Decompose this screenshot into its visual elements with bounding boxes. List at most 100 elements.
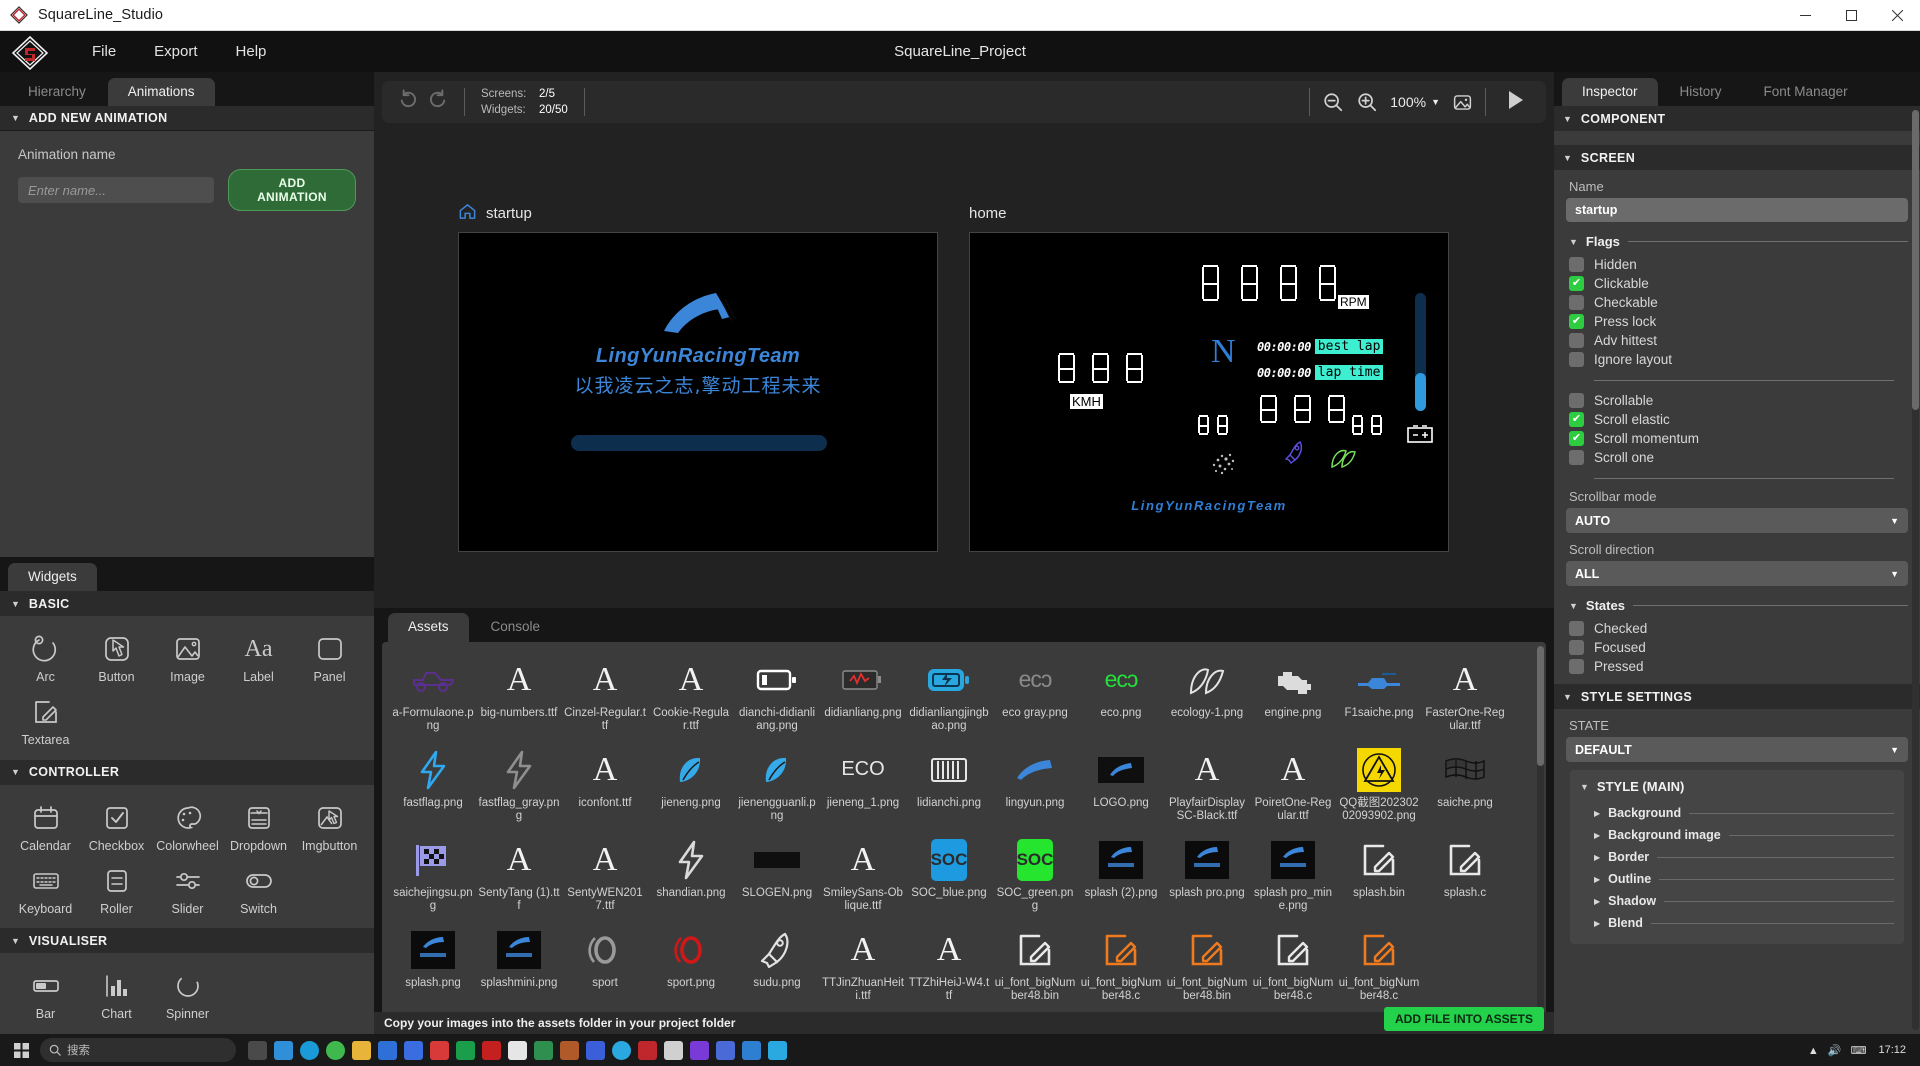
taskbar-app-15-icon[interactable] [664, 1040, 683, 1060]
asset-item[interactable]: shandian.png [648, 832, 734, 922]
taskbar-app-19-icon[interactable] [768, 1040, 787, 1060]
screen-section-header[interactable]: ▼ SCREEN [1554, 145, 1920, 170]
style-row-shadow[interactable]: ▶ Shadow [1580, 890, 1894, 912]
scroll-direction-dropdown[interactable]: ALL ▼ [1566, 561, 1908, 586]
zoom-out-icon[interactable] [1322, 91, 1344, 113]
style-row-outline[interactable]: ▶ Outline [1580, 868, 1894, 890]
widget-roller[interactable]: Roller [81, 856, 152, 919]
checkbox-icon[interactable] [1569, 352, 1584, 367]
taskbar-app-14-icon[interactable] [612, 1040, 631, 1060]
flags-group-title[interactable]: ▼ Flags [1569, 234, 1908, 249]
asset-item[interactable]: ecɔ eco.png [1078, 652, 1164, 742]
asset-item[interactable]: jienengguanli.png [734, 742, 820, 832]
fit-image-icon[interactable] [1452, 92, 1473, 113]
taskbar-app-3-icon[interactable] [326, 1040, 345, 1060]
asset-item[interactable]: A TTJinZhuanHeiti.ttf [820, 922, 906, 1012]
asset-item[interactable]: ui_font_bigNumber48.bin [992, 922, 1078, 1012]
asset-item[interactable]: lidianchi.png [906, 742, 992, 832]
widget-dropdown[interactable]: Dropdown [223, 793, 294, 856]
asset-item[interactable]: A SentyTang (1).ttf [476, 832, 562, 922]
widget-image[interactable]: Image [152, 624, 223, 687]
taskbar-app-16-icon[interactable] [690, 1040, 709, 1060]
animation-name-input[interactable] [18, 177, 214, 203]
asset-item[interactable]: Abig-numbers.ttf [476, 652, 562, 742]
checkbox-icon[interactable] [1569, 621, 1584, 636]
asset-item[interactable]: splash pro_mine.png [1250, 832, 1336, 922]
widget-calendar[interactable]: Calendar [10, 793, 81, 856]
asset-item[interactable]: engine.png [1250, 652, 1336, 742]
asset-item[interactable]: SOC SOC_blue.png [906, 832, 992, 922]
widget-keyboard[interactable]: Keyboard [10, 856, 81, 919]
widgets-scroll[interactable]: ▼ BASIC Arc Button Image Aa Label Panel … [0, 591, 374, 1034]
asset-item[interactable]: ui_font_bigNumber48.c [1078, 922, 1164, 1012]
widget-bar[interactable]: Bar [10, 961, 81, 1024]
widget-slider[interactable]: Slider [152, 856, 223, 919]
play-button[interactable] [1498, 87, 1528, 118]
asset-item[interactable]: A Cinzel-Regular.ttf [562, 652, 648, 742]
taskbar-app-4-icon[interactable] [352, 1040, 371, 1060]
flag-clickable[interactable]: ✔ Clickable [1566, 274, 1908, 293]
taskbar-app-7-icon[interactable] [430, 1040, 449, 1060]
checkbox-icon[interactable] [1569, 450, 1584, 465]
add-new-animation-header[interactable]: ▼ ADD NEW ANIMATION [0, 106, 374, 131]
asset-item[interactable]: ui_font_bigNumber48.c [1250, 922, 1336, 1012]
inspector-scrollbar-thumb[interactable] [1912, 110, 1919, 410]
asset-item[interactable]: ui_font_bigNumber48.bin [1164, 922, 1250, 1012]
checkbox-icon[interactable] [1569, 333, 1584, 348]
asset-item[interactable]: QQ截图20230202093902.png [1336, 742, 1422, 832]
minimize-button[interactable] [1782, 0, 1828, 31]
taskbar-app-6-icon[interactable] [404, 1040, 423, 1060]
tab-animations[interactable]: Animations [107, 77, 215, 106]
inspector-scrollbar[interactable] [1912, 110, 1919, 1030]
flag-press-lock[interactable]: ✔ Press lock [1566, 312, 1908, 331]
widget-arc[interactable]: Arc [10, 624, 81, 687]
style-main-header[interactable]: ▼ STYLE (MAIN) [1580, 779, 1894, 794]
asset-item[interactable]: splash.bin [1336, 832, 1422, 922]
style-row-background-image[interactable]: ▶ Background image [1580, 824, 1894, 846]
flag-scroll-momentum[interactable]: ✔ Scroll momentum [1566, 429, 1908, 448]
asset-item[interactable]: didianliangjingbao.png [906, 652, 992, 742]
widget-group-basic-header[interactable]: ▼ BASIC [0, 591, 374, 617]
asset-item[interactable]: A SmileySans-Oblique.ttf [820, 832, 906, 922]
asset-item[interactable]: ecɔ eco gray.png [992, 652, 1078, 742]
checkbox-icon[interactable] [1569, 295, 1584, 310]
state-pressed[interactable]: Pressed [1566, 657, 1908, 676]
asset-item[interactable]: A FasterOne-Regular.ttf [1422, 652, 1508, 742]
taskbar-app-17-icon[interactable] [716, 1040, 735, 1060]
checkbox-icon[interactable] [1569, 659, 1584, 674]
asset-item[interactable]: lingyun.png [992, 742, 1078, 832]
flag-checkable[interactable]: Checkable [1566, 293, 1908, 312]
style-state-dropdown[interactable]: DEFAULT ▼ [1566, 737, 1908, 762]
assets-scrollbar-thumb[interactable] [1537, 645, 1544, 766]
zoom-in-icon[interactable] [1356, 91, 1378, 113]
asset-item[interactable]: A Cookie-Regular.ttf [648, 652, 734, 742]
task-view-icon[interactable] [248, 1040, 267, 1060]
style-row-blend[interactable]: ▶ Blend [1580, 912, 1894, 934]
screen-startup-preview[interactable]: LingYunRacingTeam 以我凌云之志,擎动工程未来 [458, 232, 938, 552]
asset-item[interactable]: F1saiche.png [1336, 652, 1422, 742]
taskbar-app-2-icon[interactable] [300, 1040, 319, 1060]
zoom-level-dropdown[interactable]: 100% ▼ [1390, 94, 1440, 110]
screen-home-preview[interactable]: RPM KMH N 00:00:00 best lap 00:00:00 lap… [969, 232, 1449, 552]
asset-item[interactable]: sport.png [648, 922, 734, 1012]
screen-home[interactable]: home RPM KMH N 00:00:00 best lap 00:00:0… [969, 202, 1449, 552]
widget-switch[interactable]: Switch [223, 856, 294, 919]
taskbar-app-1-icon[interactable] [274, 1040, 293, 1060]
taskbar-app-8-icon[interactable] [456, 1040, 475, 1060]
menu-export[interactable]: Export [138, 38, 213, 65]
widget-textarea[interactable]: Textarea [10, 687, 81, 750]
style-row-background[interactable]: ▶ Background [1580, 802, 1894, 824]
tab-hierarchy[interactable]: Hierarchy [8, 78, 106, 107]
widget-chart[interactable]: Chart [81, 961, 152, 1024]
asset-item[interactable]: Aiconfont.ttf [562, 742, 648, 832]
widget-group-controller-header[interactable]: ▼ CONTROLLER [0, 759, 374, 785]
component-section-header[interactable]: ▼ COMPONENT [1554, 106, 1920, 131]
taskbar-app-10-icon[interactable] [508, 1040, 527, 1060]
flag-scroll-one[interactable]: Scroll one [1566, 448, 1908, 467]
flag-scroll-elastic[interactable]: ✔ Scroll elastic [1566, 410, 1908, 429]
asset-item[interactable]: saiche.png [1422, 742, 1508, 832]
asset-item[interactable]: ecology-1.png [1164, 652, 1250, 742]
asset-item[interactable]: jieneng.png [648, 742, 734, 832]
checkbox-icon[interactable] [1569, 640, 1584, 655]
inspector-body[interactable]: ▼ COMPONENT ▼ SCREEN Name ▼ Flags [1554, 106, 1920, 1034]
